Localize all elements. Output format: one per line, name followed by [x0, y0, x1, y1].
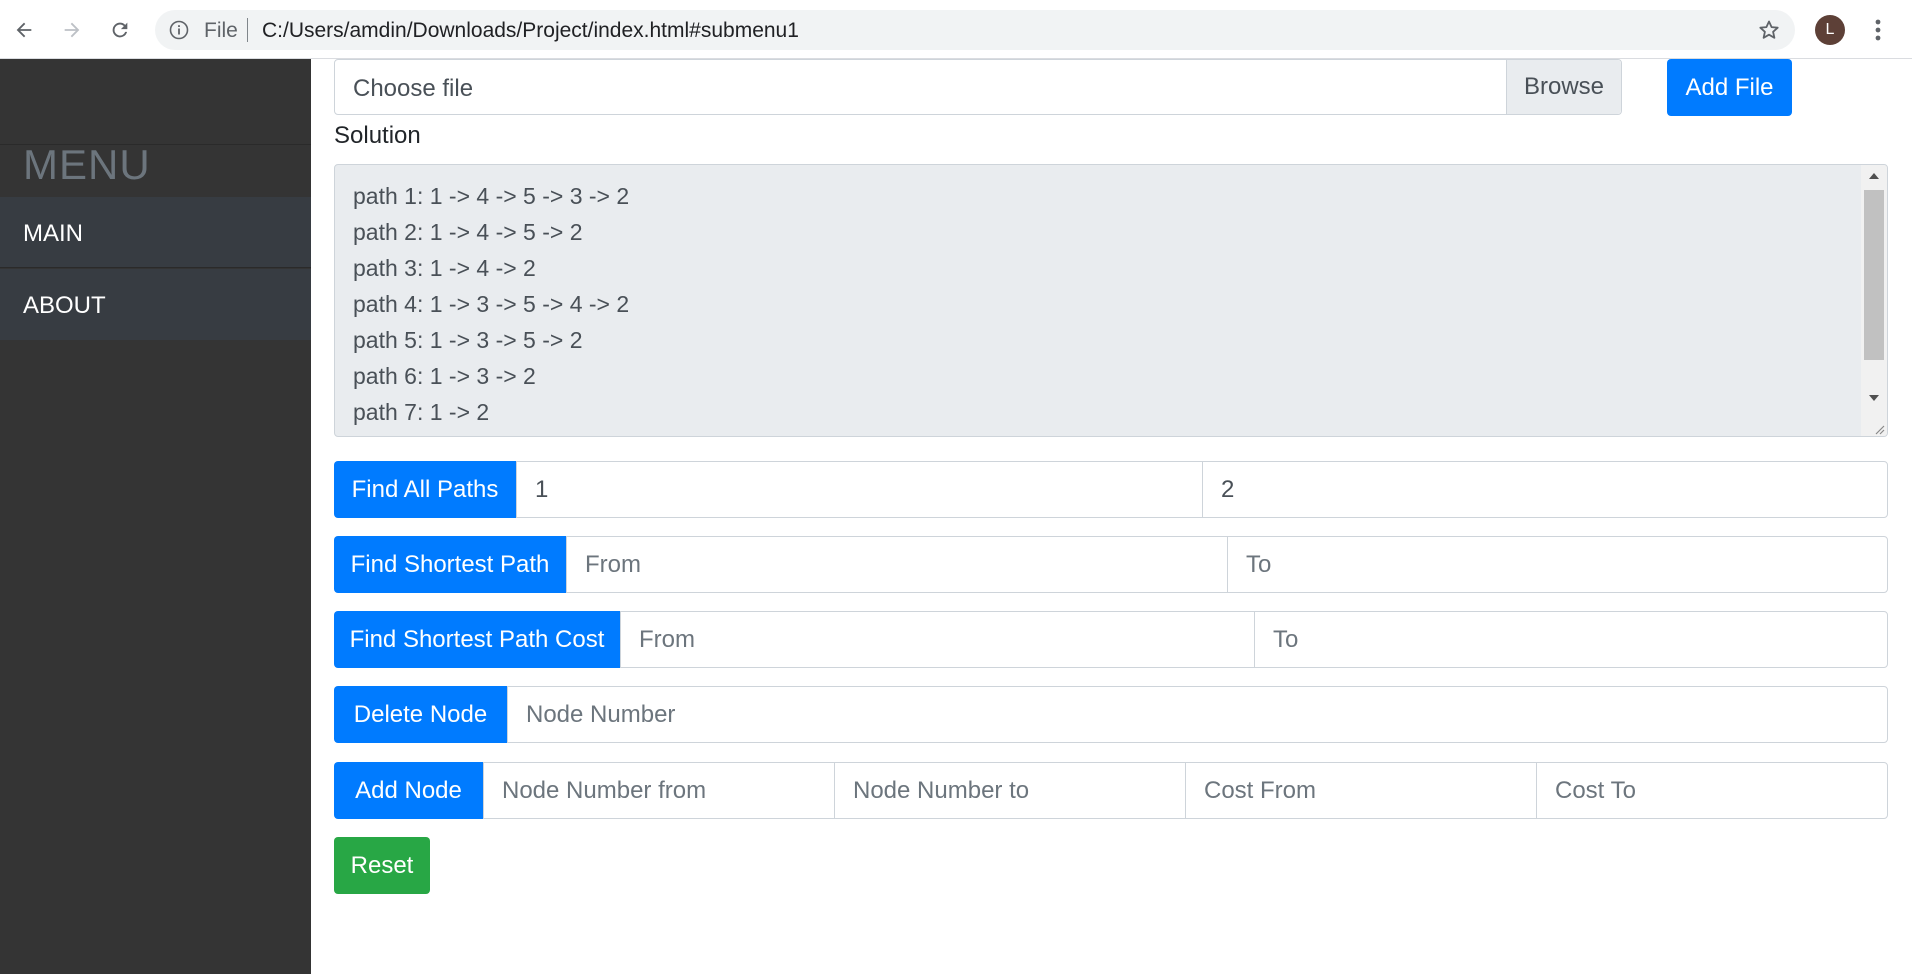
- file-input[interactable]: Choose file Browse: [334, 59, 1622, 115]
- solution-line: path 2: 1 -> 4 -> 5 -> 2: [353, 219, 583, 245]
- shortest-path-to-input[interactable]: [1227, 536, 1888, 593]
- add-node-button[interactable]: Add Node: [334, 762, 483, 819]
- more-options-icon[interactable]: [1868, 15, 1888, 45]
- solution-textarea[interactable]: path 1: 1 -> 4 -> 5 -> 3 -> 2 path 2: 1 …: [334, 164, 1888, 437]
- solution-line: path 3: 1 -> 4 -> 2: [353, 255, 536, 281]
- solution-label: Solution: [334, 122, 421, 149]
- omnibox-divider: [247, 18, 248, 42]
- browse-button[interactable]: Browse: [1506, 60, 1621, 114]
- find-all-paths-from-input[interactable]: [516, 461, 1203, 518]
- find-all-paths-button[interactable]: Find All Paths: [334, 461, 516, 518]
- browser-toolbar: File C:/Users/amdin/Downloads/Project/in…: [0, 0, 1912, 59]
- scrollbar-thumb[interactable]: [1864, 190, 1884, 360]
- solution-line: path 6: 1 -> 3 -> 2: [353, 363, 536, 389]
- file-scheme-label: File: [204, 19, 238, 42]
- solution-line: path 4: 1 -> 3 -> 5 -> 4 -> 2: [353, 291, 630, 317]
- add-node-from-input[interactable]: [483, 762, 835, 819]
- reset-button[interactable]: Reset: [334, 837, 430, 894]
- profile-avatar[interactable]: L: [1815, 15, 1845, 45]
- info-icon[interactable]: [169, 20, 189, 40]
- solution-line: path 1: 1 -> 4 -> 5 -> 3 -> 2: [353, 183, 630, 209]
- shortest-path-cost-to-input[interactable]: [1254, 611, 1888, 668]
- find-shortest-path-cost-button[interactable]: Find Shortest Path Cost: [334, 611, 620, 668]
- delete-node-number-input[interactable]: [507, 686, 1888, 743]
- sidebar-item-main[interactable]: MAIN: [0, 197, 311, 268]
- forward-arrow-icon[interactable]: [55, 13, 89, 47]
- add-node-cost-to-input[interactable]: [1536, 762, 1888, 819]
- delete-node-button[interactable]: Delete Node: [334, 686, 507, 743]
- scroll-up-arrow-icon[interactable]: [1869, 173, 1879, 179]
- solution-scrollbar[interactable]: [1861, 165, 1887, 436]
- scroll-down-arrow-icon[interactable]: [1869, 395, 1879, 401]
- find-all-paths-to-input[interactable]: [1202, 461, 1888, 518]
- find-shortest-path-button[interactable]: Find Shortest Path: [334, 536, 566, 593]
- shortest-path-cost-from-input[interactable]: [620, 611, 1255, 668]
- sidebar-title: MENU: [23, 141, 151, 188]
- solution-line: path 5: 1 -> 3 -> 5 -> 2: [353, 327, 583, 353]
- add-node-cost-from-input[interactable]: [1185, 762, 1537, 819]
- sidebar: MENU MAIN ABOUT: [0, 59, 311, 974]
- file-input-label: Choose file: [353, 75, 474, 102]
- bookmark-star-icon[interactable]: [1757, 18, 1781, 42]
- address-bar[interactable]: File C:/Users/amdin/Downloads/Project/in…: [155, 10, 1795, 50]
- url-text[interactable]: C:/Users/amdin/Downloads/Project/index.h…: [262, 19, 799, 43]
- sidebar-item-label: MAIN: [23, 220, 83, 247]
- reload-icon[interactable]: [103, 13, 137, 47]
- resize-grip-icon[interactable]: [1873, 422, 1885, 435]
- back-arrow-icon[interactable]: [7, 13, 41, 47]
- sidebar-item-label: ABOUT: [23, 292, 106, 319]
- add-node-to-input[interactable]: [834, 762, 1186, 819]
- solution-line: path 7: 1 -> 2: [353, 399, 490, 425]
- sidebar-item-about[interactable]: ABOUT: [0, 269, 311, 340]
- shortest-path-from-input[interactable]: [566, 536, 1228, 593]
- add-file-button[interactable]: Add File: [1667, 59, 1792, 116]
